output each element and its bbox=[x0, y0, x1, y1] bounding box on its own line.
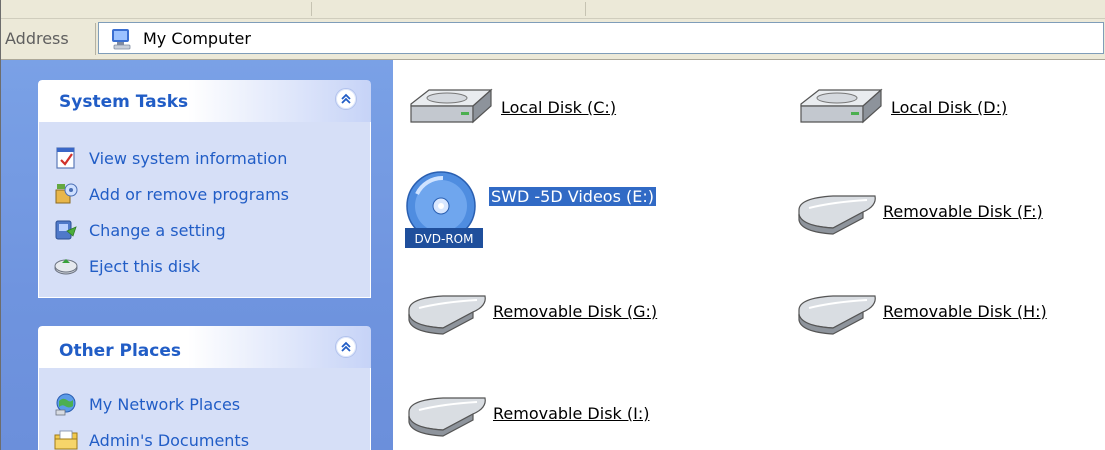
panel-title-other-places: Other Places bbox=[59, 341, 181, 361]
address-bar: Address My Computer bbox=[1, 19, 1105, 60]
double-chevron-up-icon bbox=[340, 90, 352, 109]
collapse-other-places-button[interactable] bbox=[335, 336, 357, 358]
toolbar-strip bbox=[1, 0, 1105, 19]
removable-disk-icon bbox=[793, 280, 881, 342]
removable-disk-icon bbox=[403, 280, 491, 342]
dvd-rom-icon: DVD-ROM bbox=[403, 170, 487, 252]
eject-disk-icon bbox=[53, 253, 79, 279]
place-my-network-places[interactable]: My Network Places bbox=[39, 386, 370, 422]
task-label: Eject this disk bbox=[89, 256, 201, 276]
other-places-panel: Other Places My Network Places Admin's D… bbox=[38, 326, 371, 450]
place-label: My Network Places bbox=[89, 394, 241, 414]
task-change-a-setting[interactable]: Change a setting bbox=[39, 212, 370, 248]
task-label: Add or remove programs bbox=[89, 184, 289, 204]
drive-label: Removable Disk (I:) bbox=[493, 403, 650, 423]
system-info-icon bbox=[53, 145, 79, 171]
other-places-header[interactable]: Other Places bbox=[38, 326, 371, 368]
drive-label: Local Disk (D:) bbox=[891, 97, 1008, 117]
task-pane: System Tasks View system information Add… bbox=[1, 60, 393, 450]
task-add-remove-programs[interactable]: Add or remove programs bbox=[39, 176, 370, 212]
drive-removable-i[interactable]: Removable Disk (I:) bbox=[403, 382, 649, 444]
address-value: My Computer bbox=[143, 29, 251, 48]
drive-dvd-rom-e[interactable]: DVD-ROM SWD -5D Videos (E:) bbox=[403, 170, 656, 252]
place-admins-documents[interactable]: Admin's Documents bbox=[39, 422, 370, 450]
drive-label: Removable Disk (H:) bbox=[883, 301, 1047, 321]
task-eject-this-disk[interactable]: Eject this disk bbox=[39, 248, 370, 284]
drive-removable-f[interactable]: Removable Disk (F:) bbox=[793, 180, 1043, 242]
panel-title-system-tasks: System Tasks bbox=[59, 92, 189, 112]
network-places-icon bbox=[53, 391, 79, 417]
drives-view: Local Disk (C:) Local Disk (D:) DVD-ROM … bbox=[393, 60, 1105, 450]
drive-removable-h[interactable]: Removable Disk (H:) bbox=[793, 280, 1047, 342]
place-label: Admin's Documents bbox=[89, 430, 250, 450]
drive-label: Removable Disk (F:) bbox=[883, 201, 1043, 221]
control-panel-icon bbox=[53, 217, 79, 243]
collapse-system-tasks-button[interactable] bbox=[335, 88, 357, 110]
explorer-window: Address My Computer System Tasks View sy… bbox=[0, 0, 1105, 450]
drive-label: Removable Disk (G:) bbox=[493, 301, 658, 321]
my-computer-icon bbox=[109, 27, 135, 51]
add-remove-programs-icon bbox=[53, 181, 79, 207]
task-label: View system information bbox=[89, 148, 288, 168]
dvd-rom-badge: DVD-ROM bbox=[415, 232, 474, 246]
system-tasks-panel: System Tasks View system information Add… bbox=[38, 80, 371, 298]
task-view-system-information[interactable]: View system information bbox=[39, 140, 370, 176]
system-tasks-header[interactable]: System Tasks bbox=[38, 80, 371, 122]
hard-disk-icon bbox=[403, 76, 499, 138]
drive-label: Local Disk (C:) bbox=[501, 97, 617, 117]
removable-disk-icon bbox=[403, 382, 491, 444]
drive-local-disk-d[interactable]: Local Disk (D:) bbox=[793, 76, 1007, 138]
drive-local-disk-c[interactable]: Local Disk (C:) bbox=[403, 76, 616, 138]
documents-folder-icon bbox=[53, 427, 79, 450]
drive-label: SWD -5D Videos (E:) bbox=[489, 186, 656, 206]
address-input[interactable]: My Computer bbox=[98, 22, 1104, 54]
task-label: Change a setting bbox=[89, 220, 226, 240]
double-chevron-up-icon bbox=[340, 338, 352, 357]
hard-disk-icon bbox=[793, 76, 889, 138]
address-label: Address bbox=[5, 29, 69, 48]
drive-removable-g[interactable]: Removable Disk (G:) bbox=[403, 280, 657, 342]
removable-disk-icon bbox=[793, 180, 881, 242]
